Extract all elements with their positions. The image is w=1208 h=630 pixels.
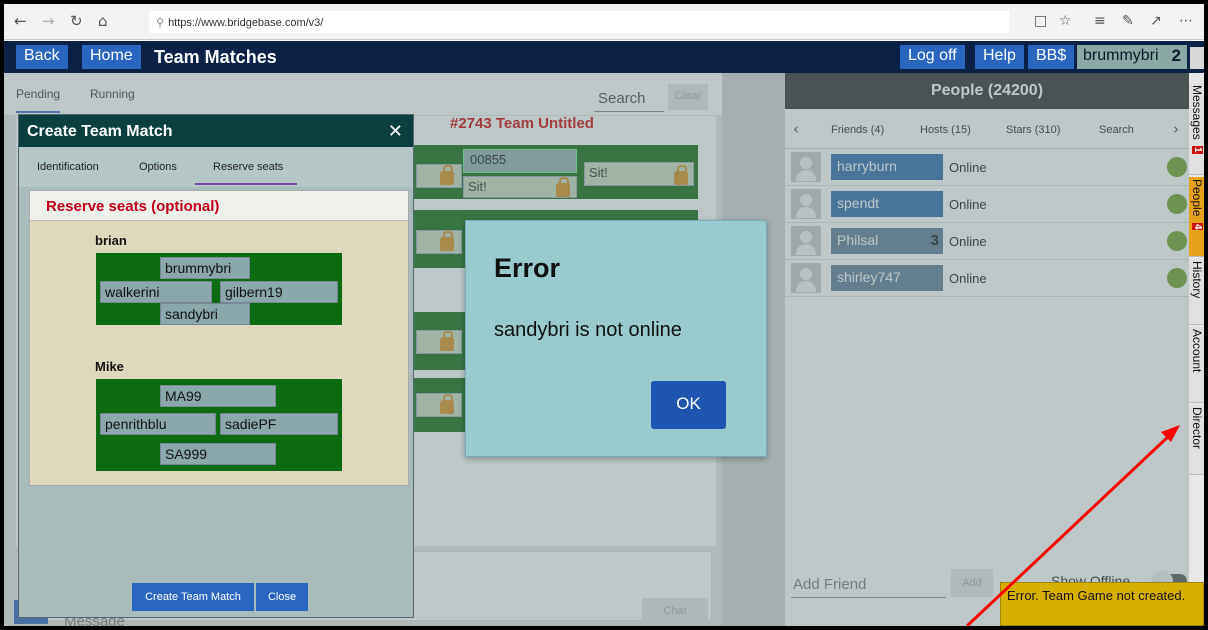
arrow-line	[965, 432, 1173, 626]
screen: ← → ↻ ⌂ ⚲ https://www.bridgebase.com/v3/ …	[4, 4, 1204, 626]
annotation-arrow-icon	[965, 425, 1180, 626]
